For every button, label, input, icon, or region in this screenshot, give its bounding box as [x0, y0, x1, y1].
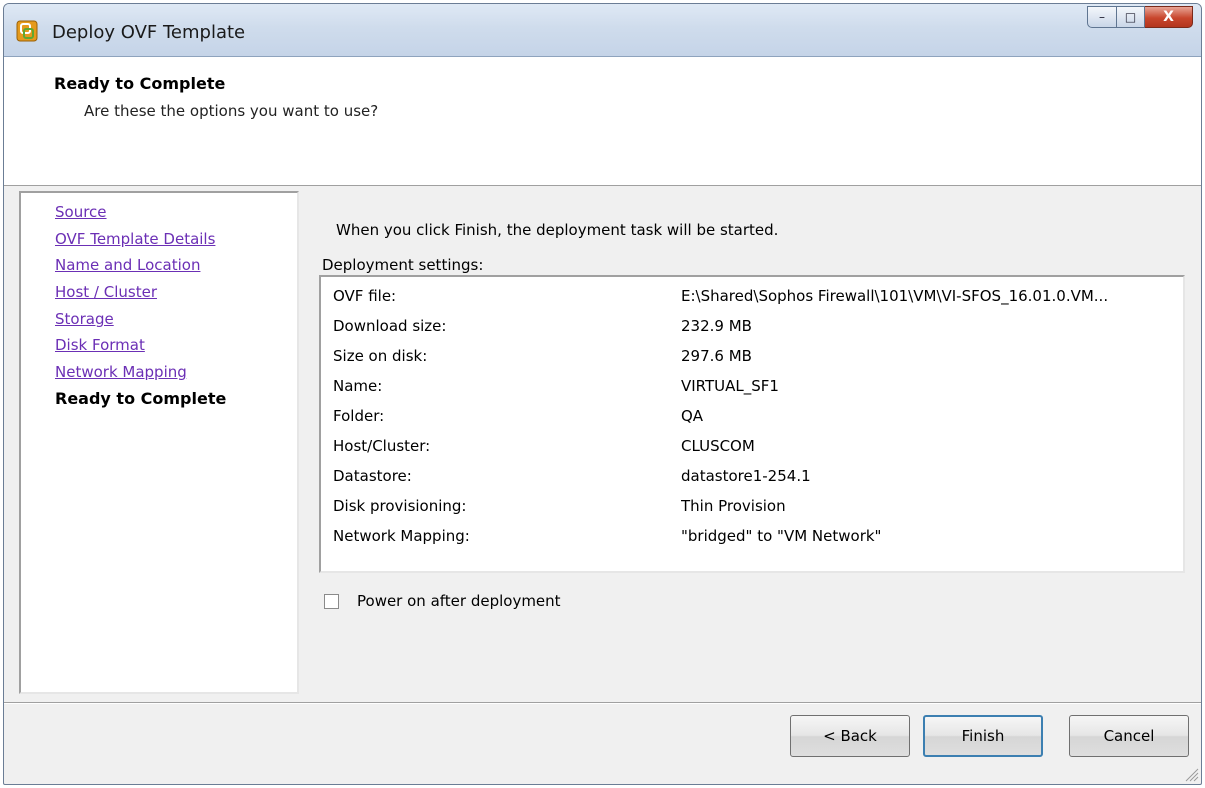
back-button[interactable]: < Back [790, 715, 910, 757]
setting-row: Name: VIRTUAL_SF1 [321, 371, 1183, 401]
title-bar[interactable]: Deploy OVF Template – □ X [4, 4, 1201, 57]
setting-value: VIRTUAL_SF1 [681, 377, 779, 395]
setting-key: Host/Cluster: [333, 437, 431, 455]
vsphere-app-icon [16, 20, 38, 42]
setting-key: Datastore: [333, 467, 412, 485]
intro-text: When you click Finish, the deployment ta… [336, 221, 779, 239]
step-ready-to-complete: Ready to Complete [55, 388, 227, 408]
maximize-button[interactable]: □ [1117, 6, 1145, 28]
footer-divider [4, 702, 1201, 704]
page-title: Ready to Complete [54, 74, 226, 93]
step-name-and-location[interactable]: Name and Location [55, 252, 226, 279]
setting-value: E:\Shared\Sophos Firewall\101\VM\VI-SFOS… [681, 287, 1109, 305]
wizard-steps-panel: Source OVF Template Details Name and Loc… [19, 191, 299, 694]
resize-grip-icon[interactable] [1183, 766, 1199, 782]
setting-key: Folder: [333, 407, 385, 425]
setting-row: Host/Cluster: CLUSCOM [321, 431, 1183, 461]
setting-value: CLUSCOM [681, 437, 755, 455]
caption-buttons: – □ X [1087, 6, 1193, 30]
step-host-cluster[interactable]: Host / Cluster [55, 279, 226, 306]
close-icon: X [1163, 9, 1174, 25]
maximize-icon: □ [1124, 10, 1137, 24]
page-subtitle: Are these the options you want to use? [84, 102, 379, 120]
setting-row: Download size: 232.9 MB [321, 311, 1183, 341]
setting-key: Name: [333, 377, 383, 395]
wizard-header: Ready to Complete Are these the options … [4, 57, 1201, 186]
setting-value: 297.6 MB [681, 347, 752, 365]
setting-key: Download size: [333, 317, 447, 335]
power-on-option[interactable]: Power on after deployment [324, 592, 561, 610]
setting-value: 232.9 MB [681, 317, 752, 335]
setting-row: Network Mapping: "bridged" to "VM Networ… [321, 521, 1183, 551]
setting-value: "bridged" to "VM Network" [681, 527, 882, 545]
setting-value: Thin Provision [681, 497, 786, 515]
window-title: Deploy OVF Template [52, 22, 246, 43]
setting-key: OVF file: [333, 287, 397, 305]
setting-row: Folder: QA [321, 401, 1183, 431]
cancel-button[interactable]: Cancel [1069, 715, 1189, 757]
deployment-settings-list[interactable]: OVF file: E:\Shared\Sophos Firewall\101\… [319, 275, 1185, 573]
step-disk-format[interactable]: Disk Format [55, 332, 226, 359]
minimize-icon: – [1099, 10, 1105, 24]
setting-key: Disk provisioning: [333, 497, 467, 515]
step-source[interactable]: Source [55, 199, 226, 226]
minimize-button[interactable]: – [1087, 6, 1117, 28]
setting-value: datastore1-254.1 [681, 467, 811, 485]
setting-row: Datastore: datastore1-254.1 [321, 461, 1183, 491]
setting-row: OVF file: E:\Shared\Sophos Firewall\101\… [321, 281, 1183, 311]
power-on-label[interactable]: Power on after deployment [357, 592, 561, 610]
setting-row: Disk provisioning: Thin Provision [321, 491, 1183, 521]
step-ovf-template-details[interactable]: OVF Template Details [55, 226, 226, 253]
setting-row: Size on disk: 297.6 MB [321, 341, 1183, 371]
step-network-mapping[interactable]: Network Mapping [55, 359, 226, 386]
close-button[interactable]: X [1145, 6, 1193, 28]
finish-button[interactable]: Finish [923, 715, 1043, 757]
step-storage[interactable]: Storage [55, 306, 226, 333]
setting-value: QA [681, 407, 704, 425]
setting-key: Network Mapping: [333, 527, 470, 545]
wizard-steps-list: Source OVF Template Details Name and Loc… [55, 199, 226, 413]
power-on-checkbox[interactable] [324, 593, 339, 609]
setting-key: Size on disk: [333, 347, 428, 365]
deploy-ovf-dialog: Deploy OVF Template – □ X Ready to Compl… [3, 3, 1202, 785]
deployment-settings-label: Deployment settings: [322, 256, 484, 274]
